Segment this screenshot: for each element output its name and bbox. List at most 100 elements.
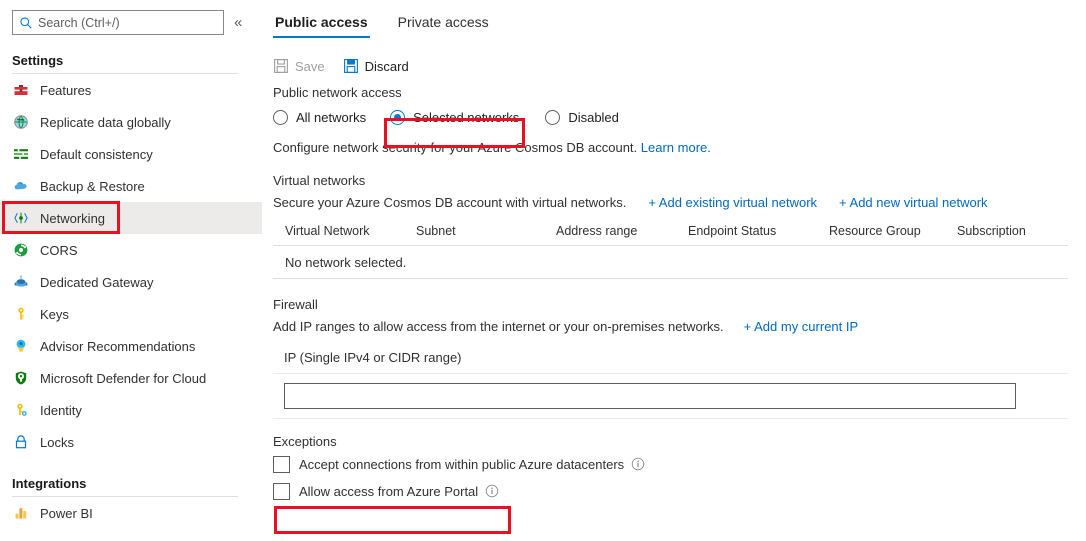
public-network-access-radio-group: All networks Selected networks Disabled: [273, 106, 1086, 128]
add-my-current-ip-link[interactable]: + Add my current IP: [744, 319, 859, 334]
sidebar-item-microsoft-defender-for-cloud[interactable]: Microsoft Defender for Cloud: [0, 362, 262, 394]
search-input[interactable]: Search (Ctrl+/): [12, 10, 224, 35]
sidebar-item-backup-restore[interactable]: Backup & Restore: [0, 170, 262, 202]
info-icon[interactable]: [485, 484, 499, 498]
ip-range-input[interactable]: [284, 383, 1016, 409]
features-toolbox-icon: [12, 82, 29, 99]
radio-indicator: [545, 110, 560, 125]
info-icon[interactable]: [631, 457, 645, 471]
sidebar-item-identity[interactable]: Identity: [0, 394, 262, 426]
firewall-description: Add IP ranges to allow access from the i…: [273, 319, 724, 334]
learn-more-link[interactable]: Learn more.: [641, 140, 711, 155]
sidebar-item-label: Microsoft Defender for Cloud: [40, 371, 206, 386]
identity-key-icon: [12, 402, 29, 419]
tab-public-access[interactable]: Public access: [273, 14, 370, 38]
sidebar-item-label: CORS: [40, 243, 78, 258]
public-network-access-label: Public network access: [273, 85, 1086, 100]
firewall-section: Firewall Add IP ranges to allow access f…: [273, 297, 1086, 419]
checkbox-indicator[interactable]: [273, 456, 290, 473]
tab-private-access[interactable]: Private access: [396, 14, 491, 38]
sidebar-item-replicate-data-globally[interactable]: Replicate data globally: [0, 106, 262, 138]
sidebar-item-label: Backup & Restore: [40, 179, 145, 194]
sidebar-item-label: Advisor Recommendations: [40, 339, 195, 354]
sidebar-item-cors[interactable]: CORS: [0, 234, 262, 266]
virtual-networks-actions-row: Secure your Azure Cosmos DB account with…: [273, 195, 1086, 210]
lock-icon: [12, 434, 29, 451]
radio-indicator: [390, 110, 405, 125]
sidebar-item-advisor-recommendations[interactable]: Advisor Recommendations: [0, 330, 262, 362]
sidebar-search-row: Search (Ctrl+/) «: [0, 6, 262, 35]
column-header-subscription[interactable]: Subscription: [957, 224, 1026, 238]
save-button-label: Save: [295, 59, 325, 74]
sidebar-item-label: Locks: [40, 435, 74, 450]
sidebar-item-dedicated-gateway[interactable]: Dedicated Gateway: [0, 266, 262, 298]
add-new-virtual-network-link[interactable]: + Add new virtual network: [839, 195, 988, 210]
tab-label: Public access: [275, 14, 368, 30]
advisor-icon: [12, 338, 29, 355]
globe-icon: [12, 114, 29, 131]
column-header-endpoint-status[interactable]: Endpoint Status: [688, 224, 829, 238]
radio-selected-networks[interactable]: Selected networks: [390, 110, 519, 125]
sidebar-item-label: Features: [40, 83, 91, 98]
access-tabs: Public access Private access: [273, 0, 1086, 38]
radio-label: Selected networks: [413, 110, 519, 125]
dedicated-gateway-icon: [12, 274, 29, 291]
checkbox-label: Accept connections from within public Az…: [299, 457, 624, 472]
radio-disabled[interactable]: Disabled: [545, 110, 619, 125]
table-empty-message: No network selected.: [273, 255, 406, 270]
networking-icon: [12, 210, 29, 227]
sidebar-section-settings-title: Settings: [0, 53, 262, 68]
sidebar-item-label: Networking: [40, 211, 105, 226]
table-bottom-divider: [273, 278, 1068, 279]
shield-icon: [12, 370, 29, 387]
table-header-row: Virtual Network Subnet Address range End…: [273, 224, 1068, 245]
azure-portal-networking-page: Search (Ctrl+/) « Settings Features: [0, 0, 1086, 541]
add-existing-virtual-network-link[interactable]: + Add existing virtual network: [648, 195, 817, 210]
settings-sidebar: Search (Ctrl+/) « Settings Features: [0, 0, 262, 541]
sidebar-item-label: Power BI: [40, 506, 93, 521]
ip-range-label: IP (Single IPv4 or CIDR range): [284, 350, 1086, 365]
network-security-description: Configure network security for your Azur…: [273, 140, 1086, 155]
virtual-networks-heading: Virtual networks: [273, 173, 1086, 188]
sidebar-item-default-consistency[interactable]: Default consistency: [0, 138, 262, 170]
description-text: Configure network security for your Azur…: [273, 140, 637, 155]
cors-icon: [12, 242, 29, 259]
command-toolbar: Save Discard: [273, 58, 1086, 74]
checkbox-row-accept-azure-datacenters[interactable]: Accept connections from within public Az…: [273, 452, 1086, 476]
column-header-address-range[interactable]: Address range: [556, 224, 688, 238]
sidebar-item-locks[interactable]: Locks: [0, 426, 262, 458]
collapse-sidebar-button[interactable]: «: [234, 16, 242, 30]
backup-cloud-icon: [12, 178, 29, 195]
checkbox-indicator[interactable]: [273, 483, 290, 500]
sidebar-item-label: Default consistency: [40, 147, 153, 162]
search-placeholder-text: Search (Ctrl+/): [38, 16, 120, 30]
sidebar-item-keys[interactable]: Keys: [0, 298, 262, 330]
radio-indicator: [273, 110, 288, 125]
sidebar-item-networking[interactable]: Networking: [0, 202, 262, 234]
tab-label: Private access: [398, 14, 489, 30]
column-header-virtual-network[interactable]: Virtual Network: [273, 224, 416, 238]
checkbox-row-allow-azure-portal[interactable]: Allow access from Azure Portal: [273, 479, 1086, 503]
discard-disk-icon: [343, 58, 359, 74]
checkbox-label: Allow access from Azure Portal: [299, 484, 478, 499]
ip-section-divider: [273, 373, 1068, 374]
power-bi-icon: [12, 505, 29, 522]
firewall-actions-row: Add IP ranges to allow access from the i…: [273, 319, 1086, 334]
radio-label: Disabled: [568, 110, 619, 125]
radio-all-networks[interactable]: All networks: [273, 110, 366, 125]
sidebar-item-label: Keys: [40, 307, 69, 322]
virtual-networks-table: Virtual Network Subnet Address range End…: [273, 224, 1068, 279]
ip-section-bottom-divider: [273, 418, 1068, 419]
table-empty-row: No network selected.: [273, 246, 1068, 278]
column-header-subnet[interactable]: Subnet: [416, 224, 556, 238]
virtual-networks-description: Secure your Azure Cosmos DB account with…: [273, 195, 626, 210]
save-disk-icon: [273, 58, 289, 74]
sidebar-item-power-bi[interactable]: Power BI: [0, 497, 262, 529]
sidebar-item-label: Replicate data globally: [40, 115, 171, 130]
save-button[interactable]: Save: [273, 58, 325, 74]
sidebar-item-features[interactable]: Features: [0, 74, 262, 106]
column-header-resource-group[interactable]: Resource Group: [829, 224, 957, 238]
discard-button[interactable]: Discard: [343, 58, 409, 74]
firewall-heading: Firewall: [273, 297, 1086, 312]
discard-button-label: Discard: [365, 59, 409, 74]
